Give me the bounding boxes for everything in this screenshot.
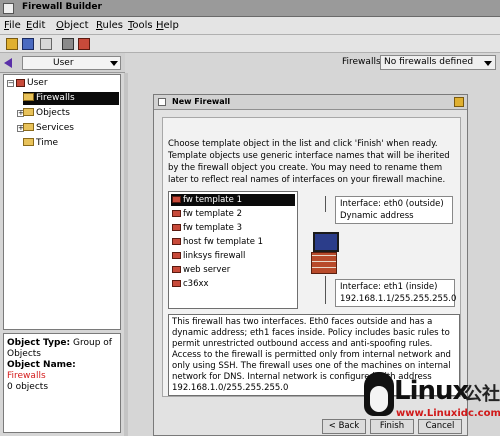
interface-inside-address: 192.168.1.1/255.255.255.0 bbox=[340, 294, 457, 304]
dialog-title-bar: New Firewall bbox=[154, 95, 467, 110]
tree-node-objects[interactable]: Objects bbox=[23, 107, 70, 120]
firewall-icon bbox=[172, 224, 181, 231]
tux-penguin-icon bbox=[364, 372, 394, 416]
tree-selector-value: User bbox=[53, 58, 74, 68]
menu-bar: File Edit Object Rules Tools Help bbox=[0, 17, 500, 35]
collapse-icon[interactable]: − bbox=[7, 80, 14, 87]
firewall-icon bbox=[172, 196, 181, 203]
host-icon bbox=[172, 238, 181, 245]
open-icon[interactable] bbox=[6, 38, 18, 50]
watermark-url: www.Linuxidc.com bbox=[396, 408, 500, 419]
compile-icon[interactable] bbox=[78, 38, 90, 50]
object-tree[interactable]: − User Firewalls + Objects + Services Ti… bbox=[3, 74, 121, 330]
tree-node-services[interactable]: Services bbox=[23, 122, 74, 135]
folder-icon bbox=[23, 122, 34, 131]
menu-object[interactable]: Object bbox=[56, 20, 89, 31]
dialog-intro-text: Choose template object in the list and c… bbox=[168, 139, 450, 185]
firewalls-select[interactable]: No firewalls defined bbox=[380, 55, 496, 70]
firewall-icon bbox=[172, 210, 181, 217]
pane-splitter[interactable] bbox=[124, 73, 128, 436]
interface-inside-box: Interface: eth1 (inside) 192.168.1.1/255… bbox=[335, 279, 457, 307]
save-icon[interactable] bbox=[22, 38, 34, 50]
firewall-icon bbox=[172, 280, 181, 287]
folder-icon bbox=[23, 92, 34, 101]
tree-node-firewalls[interactable]: Firewalls bbox=[23, 92, 119, 105]
watermark-logo-cn: 公社 bbox=[464, 384, 500, 405]
tree-selector[interactable]: User bbox=[22, 56, 121, 70]
tree-selector-bar: User bbox=[0, 53, 125, 73]
folder-icon bbox=[23, 137, 34, 146]
firewall-brick-icon bbox=[311, 252, 337, 274]
interface-inside-name: Interface: eth1 (inside) bbox=[340, 282, 438, 292]
template-list[interactable]: fw template 1 fw template 2 fw template … bbox=[168, 191, 298, 309]
list-item[interactable]: fw template 2 bbox=[171, 208, 242, 220]
dialog-body: Choose template object in the list and c… bbox=[162, 117, 461, 397]
firewalls-select-value: No firewalls defined bbox=[384, 57, 474, 67]
tree-node-time[interactable]: Time bbox=[23, 137, 58, 150]
interface-outside-name: Interface: eth0 (outside) bbox=[340, 199, 444, 209]
list-item[interactable]: web server bbox=[171, 264, 230, 276]
list-item[interactable]: c36xx bbox=[171, 278, 209, 290]
menu-help[interactable]: Help bbox=[156, 20, 179, 31]
firewall-icon bbox=[16, 78, 25, 87]
watermark-logo: Linux bbox=[394, 376, 469, 406]
list-item[interactable]: host fw template 1 bbox=[171, 236, 263, 248]
app-icon bbox=[3, 3, 14, 14]
menu-rules[interactable]: Rules bbox=[96, 20, 123, 31]
dialog-title: New Firewall bbox=[172, 97, 231, 106]
close-icon[interactable] bbox=[454, 97, 464, 107]
interface-outside-box: Interface: eth0 (outside) Dynamic addres… bbox=[335, 196, 453, 224]
list-item[interactable]: fw template 3 bbox=[171, 222, 242, 234]
object-count: 0 objects bbox=[7, 382, 49, 392]
title-bar: Firewall Builder bbox=[0, 0, 500, 17]
firewall-icon bbox=[172, 252, 181, 259]
watermark: Linux 公社 www.Linuxidc.com bbox=[360, 372, 500, 436]
dialog-icon bbox=[158, 98, 166, 106]
object-type: Object Type: Group of Objects bbox=[7, 338, 112, 359]
window-title: Firewall Builder bbox=[22, 2, 102, 12]
interface-outside-address: Dynamic address bbox=[340, 211, 414, 221]
object-info-panel: Object Type: Group of Objects Object Nam… bbox=[3, 333, 121, 433]
folder-icon bbox=[23, 107, 34, 116]
chevron-down-icon bbox=[110, 61, 118, 66]
object-name: Object Name: Firewalls bbox=[7, 360, 76, 381]
monitor-icon bbox=[313, 232, 339, 252]
menu-tools[interactable]: Tools bbox=[128, 20, 153, 31]
connector-line bbox=[325, 276, 326, 304]
list-item[interactable]: linksys firewall bbox=[171, 250, 245, 262]
firewalls-bar: Firewalls: No firewalls defined bbox=[125, 53, 500, 73]
toolbar bbox=[0, 35, 500, 53]
back-arrow-icon[interactable] bbox=[4, 58, 12, 68]
print-icon[interactable] bbox=[40, 38, 52, 50]
list-item[interactable]: fw template 1 bbox=[171, 194, 295, 206]
menu-edit[interactable]: Edit bbox=[26, 20, 45, 31]
chevron-down-icon bbox=[484, 61, 492, 66]
firewalls-label: Firewalls: bbox=[342, 57, 384, 67]
find-icon[interactable] bbox=[62, 38, 74, 50]
connector-line bbox=[325, 196, 326, 212]
tree-node-user[interactable]: User bbox=[16, 77, 48, 90]
firewall-icon bbox=[172, 266, 181, 273]
menu-file[interactable]: File bbox=[4, 20, 21, 31]
